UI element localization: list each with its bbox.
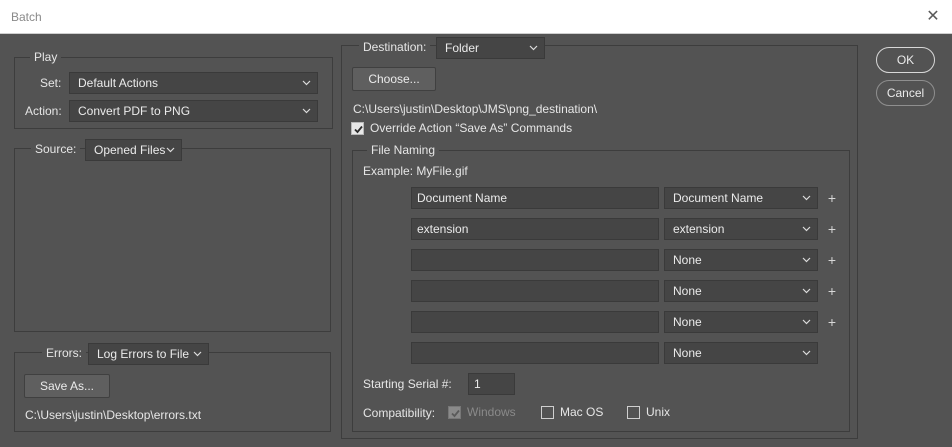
windows-label: Windows: [467, 405, 516, 419]
naming-select-4-value: None: [673, 284, 702, 298]
override-checkbox[interactable]: [351, 122, 364, 135]
chevron-down-icon: [193, 344, 203, 364]
naming-select-4[interactable]: None: [664, 280, 818, 302]
add-row-button-1[interactable]: +: [826, 191, 838, 205]
naming-select-5[interactable]: None: [664, 311, 818, 333]
source-group: [14, 148, 331, 332]
errors-path: C:\Users\justin\Desktop\errors.txt: [25, 408, 202, 422]
serial-label: Starting Serial #:: [363, 377, 452, 391]
chevron-down-icon: [529, 38, 539, 58]
errors-select-value: Log Errors to File: [97, 347, 190, 361]
windows-checkbox: [448, 406, 461, 419]
source-select[interactable]: Opened Files: [85, 139, 182, 161]
unix-label: Unix: [646, 405, 671, 419]
chevron-down-icon: [802, 250, 812, 270]
naming-field-5[interactable]: [411, 311, 659, 333]
naming-field-3[interactable]: [411, 249, 659, 271]
dialog-body: Play Set: Default Actions Action: Conver…: [0, 34, 952, 447]
chevron-down-icon: [802, 188, 812, 208]
naming-select-2[interactable]: extension: [664, 218, 818, 240]
choose-button[interactable]: Choose...: [352, 67, 436, 91]
set-select[interactable]: Default Actions: [69, 72, 318, 94]
chevron-down-icon: [802, 343, 812, 363]
add-row-button-3[interactable]: +: [826, 253, 838, 267]
destination-label: Destination:: [359, 40, 431, 54]
naming-field-6[interactable]: [411, 342, 659, 364]
naming-select-3[interactable]: None: [664, 249, 818, 271]
naming-select-1-value: Document Name: [673, 191, 764, 205]
mac-checkbox[interactable]: [541, 406, 554, 419]
naming-select-6[interactable]: None: [664, 342, 818, 364]
action-select-value: Convert PDF to PNG: [78, 104, 191, 118]
ok-button[interactable]: OK: [876, 47, 935, 73]
destination-path: C:\Users\justin\Desktop\JMS\png_destinat…: [353, 102, 598, 116]
chevron-down-icon: [802, 219, 812, 239]
source-label: Source:: [31, 142, 81, 156]
naming-select-3-value: None: [673, 253, 702, 267]
destination-select[interactable]: Folder: [436, 37, 545, 59]
naming-field-4[interactable]: [411, 280, 659, 302]
chevron-down-icon: [302, 101, 312, 121]
errors-label: Errors:: [42, 346, 86, 360]
compatibility-label: Compatibility:: [363, 406, 436, 420]
naming-field-1[interactable]: Document Name: [411, 187, 659, 209]
chevron-down-icon: [802, 312, 812, 332]
errors-select[interactable]: Log Errors to File: [88, 343, 209, 365]
naming-select-2-value: extension: [673, 222, 725, 236]
window-title: Batch: [11, 10, 42, 24]
unix-checkbox[interactable]: [627, 406, 640, 419]
set-select-value: Default Actions: [78, 76, 159, 90]
file-naming-example: Example: MyFile.gif: [363, 164, 468, 178]
set-label: Set:: [40, 76, 62, 90]
source-select-value: Opened Files: [94, 143, 166, 157]
add-row-button-4[interactable]: +: [826, 284, 838, 298]
action-select[interactable]: Convert PDF to PNG: [69, 100, 318, 122]
play-legend: Play: [30, 50, 62, 64]
naming-select-6-value: None: [673, 346, 702, 360]
chevron-down-icon: [802, 281, 812, 301]
title-bar: Batch ✕: [0, 0, 952, 34]
add-row-button-5[interactable]: +: [826, 315, 838, 329]
cancel-button[interactable]: Cancel: [876, 80, 935, 106]
file-naming-legend: File Naming: [367, 143, 440, 157]
close-icon[interactable]: ✕: [920, 6, 946, 28]
action-label: Action:: [25, 104, 62, 118]
save-as-button[interactable]: Save As...: [24, 374, 110, 398]
naming-select-1[interactable]: Document Name: [664, 187, 818, 209]
override-label: Override Action “Save As” Commands: [370, 121, 573, 135]
chevron-down-icon: [302, 73, 312, 93]
naming-select-5-value: None: [673, 315, 702, 329]
destination-select-value: Folder: [445, 41, 480, 55]
chevron-down-icon: [166, 140, 176, 160]
serial-input[interactable]: 1: [468, 373, 515, 395]
naming-field-2[interactable]: extension: [411, 218, 659, 240]
mac-label: Mac OS: [560, 405, 604, 419]
add-row-button-2[interactable]: +: [826, 222, 838, 236]
